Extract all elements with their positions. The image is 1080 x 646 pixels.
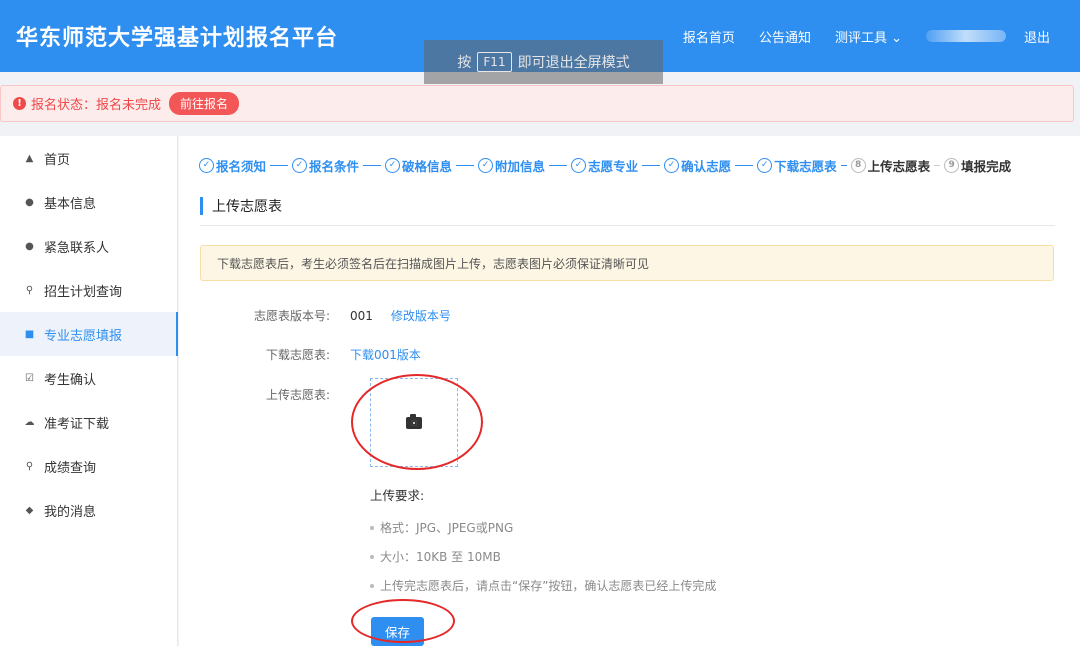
sidebar-item-major-preference[interactable]: ■ 专业志愿填报 [0, 312, 178, 356]
step-major[interactable]: ✓ 志愿专业 [571, 156, 638, 175]
top-nav: 报名首页 公告通知 测评工具 ⌄ 退出 [683, 0, 1080, 72]
sidebar-item-confirm[interactable]: ☑ 考生确认 [0, 356, 177, 400]
check-icon: ✓ [199, 157, 214, 173]
search-icon: ⚲ [25, 460, 34, 472]
check-icon: ✓ [757, 157, 773, 173]
step-connector [735, 164, 754, 166]
requirement-item: 上传完志愿表后，请点击“保存”按钮，确认志愿表已经上传完成 [370, 577, 716, 594]
check-icon: ✓ [385, 157, 401, 173]
bell-icon: ◆ [25, 504, 34, 516]
version-value: 001 [350, 308, 373, 323]
version-row: 志愿表版本号: 001 修改版本号 [179, 307, 451, 324]
check-icon: ✓ [292, 157, 308, 173]
sidebar-item-emergency-contact[interactable]: ● 紧急联系人 [0, 224, 177, 268]
sidebar-item-score-query[interactable]: ⚲ 成绩查询 [0, 444, 177, 488]
step-connector [934, 164, 941, 166]
image-upload-box[interactable] [370, 378, 458, 467]
upload-row: 上传志愿表: [179, 386, 350, 403]
requirement-item: 格式：JPG、JPEG或PNG [370, 519, 513, 536]
step-complete[interactable]: 9 填报完成 [944, 156, 1011, 175]
sidebar-item-messages[interactable]: ◆ 我的消息 [0, 488, 177, 532]
bullet-icon [370, 554, 374, 559]
sidebar-item-home[interactable]: ▲ 首页 [0, 136, 177, 180]
step-additional-info[interactable]: ✓ 附加信息 [478, 156, 545, 175]
step-connector [840, 164, 847, 166]
step-connector [270, 164, 289, 166]
download-version-link[interactable]: 下载001版本 [350, 346, 421, 363]
step-notice[interactable]: ✓ 报名须知 [199, 156, 266, 175]
search-icon: ⚲ [25, 284, 34, 296]
site-title: 华东师范大学强基计划报名平台 [16, 26, 339, 51]
progress-steps: ✓ 报名须知 ✓ 报名条件 ✓ 破格信息 ✓ 附加信息 ✓ 志愿专业 ✓ 确认志愿 ✓ 下载志… [199, 156, 1059, 174]
check-icon: ✓ [478, 157, 494, 173]
requirements-title: 上传要求: [370, 488, 425, 503]
modify-version-link[interactable]: 修改版本号 [391, 307, 451, 324]
document-icon: ■ [24, 328, 35, 340]
bullet-icon [370, 583, 374, 588]
step-connector [642, 164, 661, 166]
step-conditions[interactable]: ✓ 报名条件 [292, 156, 359, 175]
sidebar-item-basic-info[interactable]: ● 基本信息 [0, 180, 177, 224]
step-exception-info[interactable]: ✓ 破格信息 [385, 156, 452, 175]
fullscreen-hint: 按 F11 即可退出全屏模式 [424, 40, 663, 84]
nav-home[interactable]: 报名首页 [683, 27, 735, 46]
version-label: 志愿表版本号: [253, 309, 330, 323]
status-text: 报名状态：报名未完成 [31, 98, 162, 113]
step-number: 9 [944, 157, 960, 173]
save-button[interactable]: 保存 [371, 617, 424, 646]
sidebar: ▲ 首页 ● 基本信息 ● 紧急联系人 ⚲ 招生计划查询 ■ 专业志愿填报 ☑ … [0, 136, 178, 646]
requirement-item: 大小：10KB 至 10MB [370, 548, 501, 565]
section-title: 上传志愿表 [200, 196, 1055, 226]
home-icon: ▲ [25, 152, 34, 164]
step-connector [456, 164, 475, 166]
step-confirm-preference[interactable]: ✓ 确认志愿 [664, 156, 731, 175]
step-connector [363, 164, 382, 166]
check-icon: ✓ [664, 157, 680, 173]
info-icon: ! [13, 97, 26, 110]
logout-link[interactable]: 退出 [1024, 27, 1050, 46]
user-icon: ● [25, 196, 34, 208]
registration-status-alert: ! 报名状态：报名未完成 前往报名 [0, 85, 1074, 122]
checkbox-icon: ☑ [25, 372, 34, 384]
sidebar-item-plan-query[interactable]: ⚲ 招生计划查询 [0, 268, 177, 312]
download-label: 下载志愿表: [265, 348, 330, 362]
username-redacted [925, 30, 1006, 42]
download-row: 下载志愿表: 下载001版本 [179, 346, 421, 363]
go-register-button[interactable]: 前往报名 [169, 92, 240, 115]
check-icon: ✓ [571, 157, 587, 173]
f11-key: F11 [477, 52, 512, 72]
cloud-download-icon: ☁ [24, 416, 35, 428]
step-upload-form[interactable]: 8 上传志愿表 [850, 156, 930, 175]
nav-announcements[interactable]: 公告通知 [759, 27, 811, 46]
step-number: 8 [850, 157, 866, 173]
sidebar-item-admission-ticket[interactable]: ☁ 准考证下载 [0, 400, 177, 444]
step-connector [549, 164, 568, 166]
nav-assessment-tools[interactable]: 测评工具 ⌄ [835, 27, 902, 46]
main-content: ✓ 报名须知 ✓ 报名条件 ✓ 破格信息 ✓ 附加信息 ✓ 志愿专业 ✓ 确认志愿 ✓ 下载志… [179, 136, 1080, 646]
upload-notice: 下载志愿表后，考生必须签名后在扫描成图片上传，志愿表图片必须保证清晰可见 [200, 245, 1054, 281]
upload-label: 上传志愿表: [265, 388, 330, 402]
step-download-form[interactable]: ✓ 下载志愿表 [757, 156, 837, 175]
camera-icon [406, 413, 422, 429]
bullet-icon [370, 525, 374, 530]
user-icon: ● [25, 240, 34, 252]
